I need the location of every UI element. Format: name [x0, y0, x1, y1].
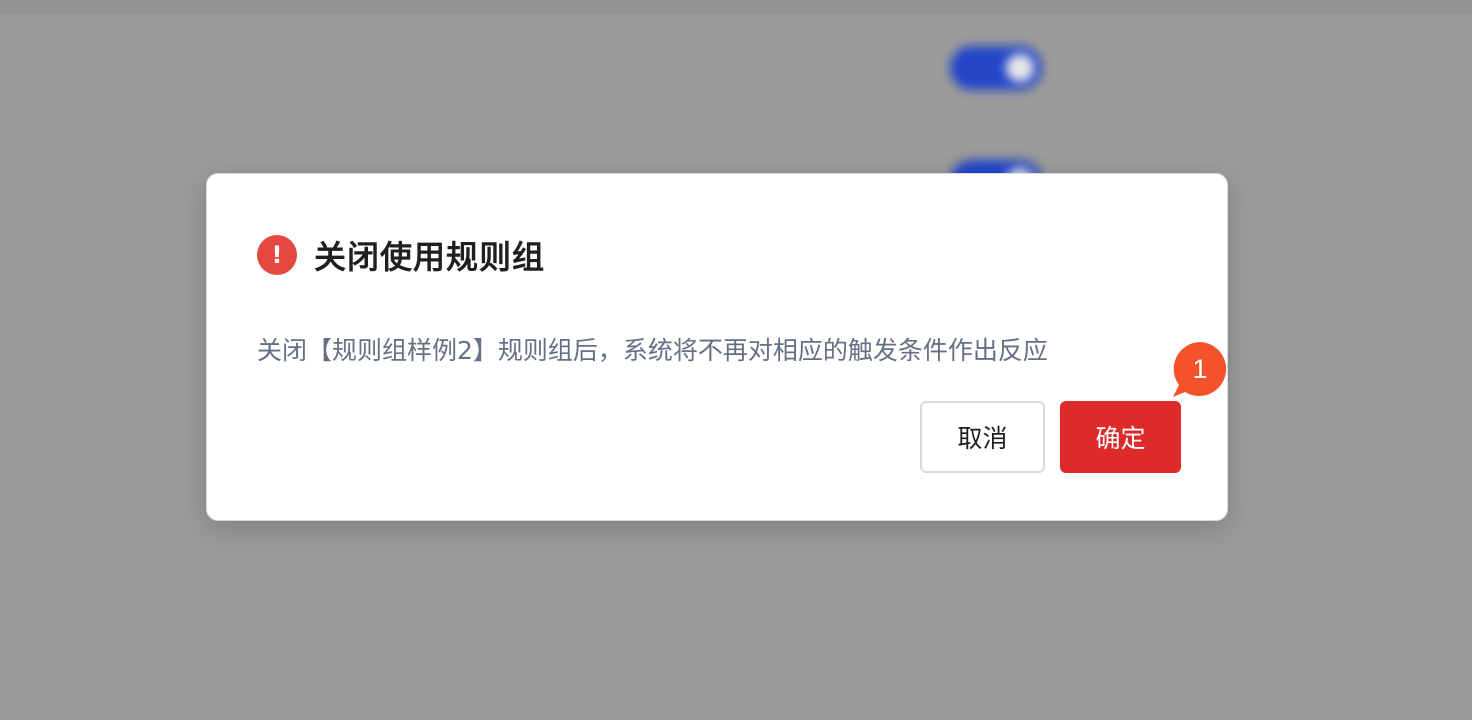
confirm-dialog: ! 关闭使用规则组 关闭【规则组样例2】规则组后，系统将不再对相应的触发条件作出…: [206, 173, 1228, 521]
cancel-button[interactable]: 取消: [920, 401, 1045, 473]
step-marker-badge: 1: [1171, 340, 1229, 398]
page-header-strip: [0, 0, 1472, 14]
background-toggle-switch: [950, 46, 1042, 90]
confirm-button[interactable]: 确定: [1060, 401, 1181, 473]
dialog-title: 关闭使用规则组: [314, 238, 546, 276]
dialog-header: ! 关闭使用规则组: [257, 232, 545, 278]
dialog-message: 关闭【规则组样例2】规则组后，系统将不再对相应的触发条件作出反应: [257, 336, 1048, 365]
step-number: 1: [1192, 353, 1208, 384]
toggle-knob: [1006, 54, 1034, 82]
exclamation-icon: !: [257, 235, 297, 275]
